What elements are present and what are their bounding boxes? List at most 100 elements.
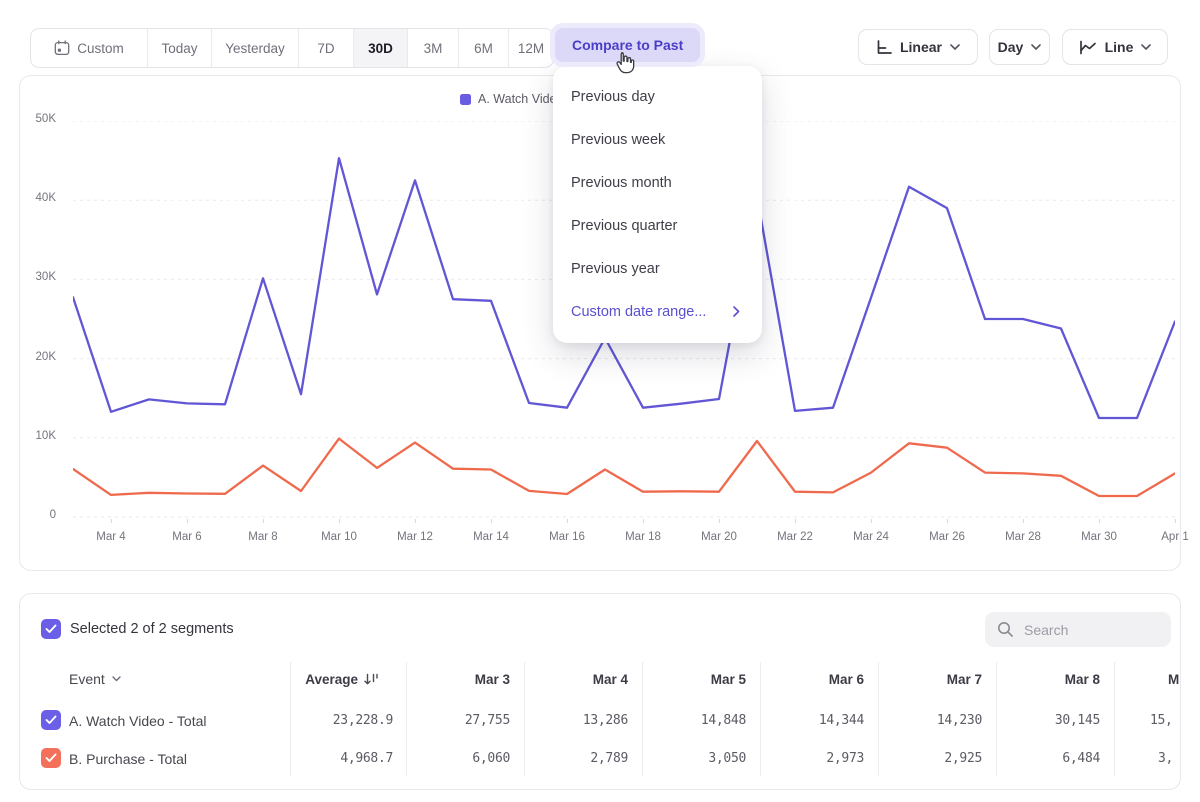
range-30d-button[interactable]: 30D	[353, 29, 407, 67]
x-axis-tick	[1175, 519, 1176, 523]
value-cell-clipped: 3,	[1158, 751, 1173, 766]
range-label: Yesterday	[225, 41, 285, 56]
y-axis-label: 40K	[20, 192, 56, 204]
linear-axis-icon	[876, 40, 892, 55]
search-box[interactable]	[985, 612, 1171, 647]
date-column-header: Mar 3	[410, 668, 510, 690]
value-cell: 6,484	[1000, 751, 1100, 766]
menu-item-custom-date-range[interactable]: Custom date range...	[553, 290, 762, 333]
average-value: 23,228.9	[283, 713, 393, 728]
row-checkbox-purchase[interactable]	[41, 748, 61, 768]
value-cell-clipped: 15,	[1150, 713, 1173, 728]
menu-item-previous-quarter[interactable]: Previous quarter	[553, 204, 762, 247]
interval-dropdown-button[interactable]: Day	[989, 29, 1050, 65]
range-label: 7D	[317, 41, 334, 56]
date-column-header: Mar 7	[882, 668, 982, 690]
value-cell: 14,848	[646, 713, 746, 728]
chevron-down-icon	[1141, 44, 1151, 50]
x-axis-label: Mar 8	[233, 531, 293, 543]
value-cell: 27,755	[410, 713, 510, 728]
range-label: Custom	[77, 41, 124, 56]
x-axis-label: Mar 22	[765, 531, 825, 543]
x-axis-tick	[491, 519, 492, 523]
menu-item-previous-year[interactable]: Previous year	[553, 247, 762, 290]
column-divider	[1114, 662, 1115, 776]
column-divider	[642, 662, 643, 776]
chart-type-dropdown-button[interactable]: Line	[1062, 29, 1168, 65]
x-axis-label: Mar 24	[841, 531, 901, 543]
x-axis-label: Mar 18	[613, 531, 673, 543]
range-3m-button[interactable]: 3M	[407, 29, 458, 67]
value-cell: 3,050	[646, 751, 746, 766]
x-axis-tick	[415, 519, 416, 523]
menu-item-label: Previous quarter	[571, 218, 677, 234]
x-axis-tick	[643, 519, 644, 523]
x-axis-label: Mar 6	[157, 531, 217, 543]
legend-swatch-watch-video	[460, 94, 471, 105]
x-axis-tick	[1023, 519, 1024, 523]
compare-to-past-button[interactable]: Compare to Past	[555, 28, 700, 62]
date-column-header-clipped: M	[1168, 668, 1179, 690]
range-label: 30D	[368, 41, 393, 56]
chevron-down-icon	[1031, 44, 1041, 50]
y-axis-label: 20K	[20, 351, 56, 363]
range-label: Today	[161, 41, 197, 56]
row-checkbox-watch-video[interactable]	[41, 710, 61, 730]
value-cell: 6,060	[410, 751, 510, 766]
scale-label: Linear	[900, 39, 942, 55]
row-label-purchase: B. Purchase - Total	[69, 751, 187, 767]
x-axis-tick	[795, 519, 796, 523]
x-axis: Mar 4Mar 6Mar 8Mar 10Mar 12Mar 14Mar 16M…	[20, 525, 1182, 545]
segments-table-card: Selected 2 of 2 segments Event Average	[19, 593, 1181, 790]
x-axis-tick	[871, 519, 872, 523]
sort-descending-icon	[364, 673, 379, 686]
range-7d-button[interactable]: 7D	[298, 29, 353, 67]
calendar-icon	[54, 40, 70, 56]
date-column-header: Mar 6	[764, 668, 864, 690]
interval-label: Day	[998, 39, 1024, 55]
range-label: 12M	[518, 41, 544, 56]
chevron-right-icon	[733, 306, 740, 317]
legend-label: A. Watch Vide	[478, 92, 557, 106]
x-axis-tick	[719, 519, 720, 523]
y-axis-label: 30K	[20, 271, 56, 283]
average-column-header[interactable]: Average	[20, 668, 379, 690]
menu-item-previous-day[interactable]: Previous day	[553, 75, 762, 118]
menu-item-previous-week[interactable]: Previous week	[553, 118, 762, 161]
y-axis-label: 50K	[20, 113, 56, 125]
menu-item-previous-month[interactable]: Previous month	[553, 161, 762, 204]
chart-type-label: Line	[1105, 39, 1134, 55]
x-axis-label: Mar 26	[917, 531, 977, 543]
value-cell: 13,286	[528, 713, 628, 728]
average-value: 4,968.7	[283, 751, 393, 766]
value-cell: 2,789	[528, 751, 628, 766]
range-6m-button[interactable]: 6M	[458, 29, 508, 67]
x-axis-label: Mar 12	[385, 531, 445, 543]
date-column-header: Mar 5	[646, 668, 746, 690]
menu-item-label: Previous week	[571, 132, 665, 148]
x-axis-tick	[187, 519, 188, 523]
value-cell: 14,344	[764, 713, 864, 728]
column-divider	[524, 662, 525, 776]
y-axis: 010K20K30K40K50K	[20, 76, 60, 572]
x-axis-tick	[263, 519, 264, 523]
date-range-group: Custom Today Yesterday 7D 30D 3M 6M 12M	[30, 28, 554, 68]
chart-legend[interactable]: A. Watch Vide	[460, 92, 557, 106]
row-label-watch-video: A. Watch Video - Total	[69, 713, 206, 729]
menu-item-label: Previous day	[571, 89, 655, 105]
line-chart-icon	[1079, 40, 1097, 55]
range-custom-button[interactable]: Custom	[31, 29, 147, 67]
x-axis-label: Mar 14	[461, 531, 521, 543]
select-all-checkbox[interactable]	[41, 619, 61, 639]
series-line-1	[73, 439, 1175, 496]
scale-dropdown-button[interactable]: Linear	[858, 29, 978, 65]
column-divider	[406, 662, 407, 776]
x-axis-label: Mar 10	[309, 531, 369, 543]
average-header-label: Average	[305, 672, 358, 687]
range-yesterday-button[interactable]: Yesterday	[211, 29, 298, 67]
x-axis-label: Mar 4	[81, 531, 141, 543]
range-today-button[interactable]: Today	[147, 29, 211, 67]
search-input[interactable]	[1022, 621, 1156, 639]
range-12m-button[interactable]: 12M	[508, 29, 553, 67]
date-column-header: Mar 8	[1000, 668, 1100, 690]
